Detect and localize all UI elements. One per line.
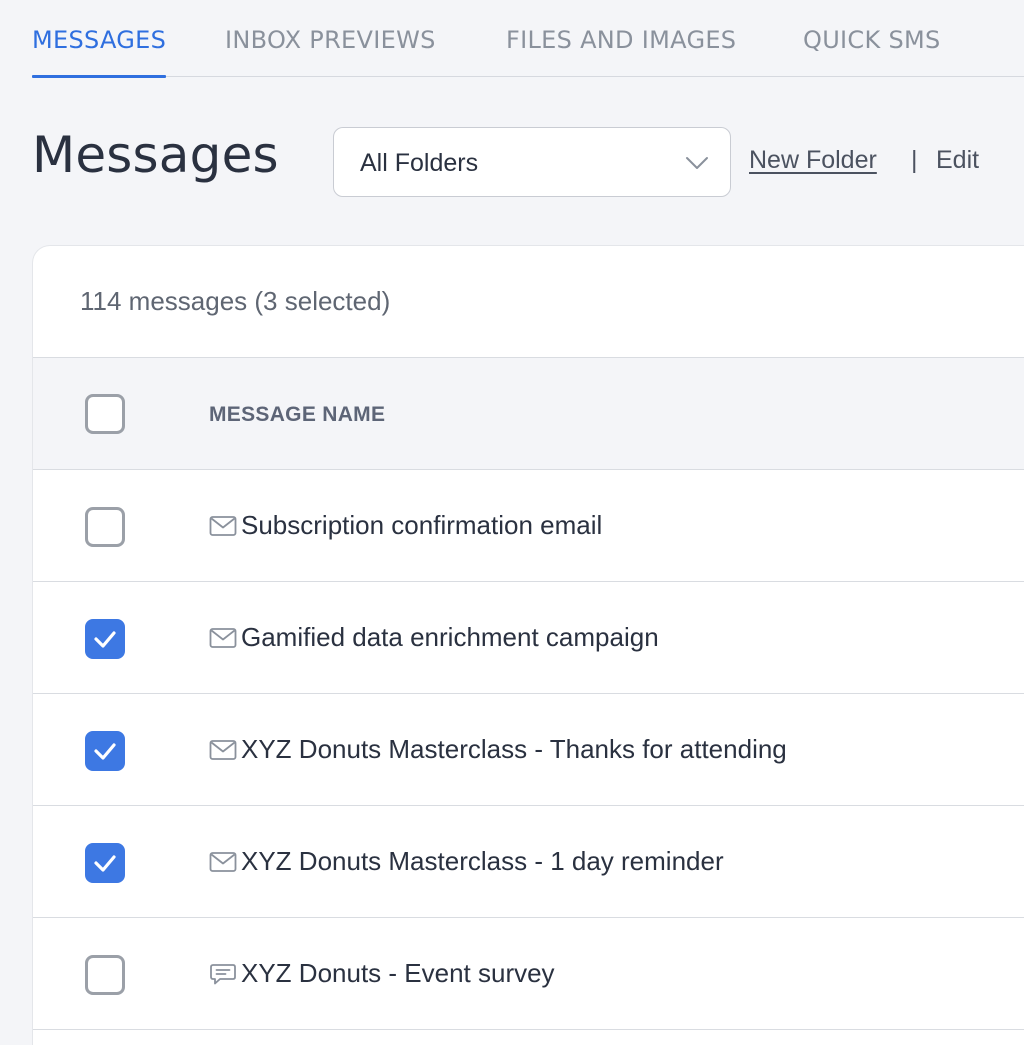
table-row[interactable]: XYZ Donuts - Event survey bbox=[33, 918, 1024, 1030]
folder-select[interactable]: All Folders bbox=[333, 127, 731, 197]
messages-card: 114 messages (3 selected) MESSAGE NAME S… bbox=[32, 245, 1024, 1045]
tab-inbox-previews[interactable]: INBOX PREVIEWS bbox=[225, 26, 436, 77]
chevron-down-icon bbox=[686, 157, 708, 169]
folder-select-value: All Folders bbox=[360, 149, 479, 177]
edit-link[interactable]: Edit bbox=[936, 146, 979, 175]
tab-bar: MESSAGES INBOX PREVIEWS FILES AND IMAGES… bbox=[32, 0, 1024, 78]
table-header: MESSAGE NAME bbox=[33, 357, 1024, 470]
envelope-icon bbox=[209, 851, 237, 873]
message-name[interactable]: XYZ Donuts - Event survey bbox=[241, 958, 555, 989]
envelope-icon bbox=[209, 627, 237, 649]
page-title: Messages bbox=[32, 126, 279, 184]
envelope-icon bbox=[209, 739, 237, 761]
table-row[interactable]: Subscription confirmation email bbox=[33, 470, 1024, 582]
message-name[interactable]: Gamified data enrichment campaign bbox=[241, 622, 659, 653]
row-checkbox[interactable] bbox=[85, 507, 125, 547]
message-count: 114 messages (3 selected) bbox=[80, 286, 391, 316]
row-checkbox[interactable] bbox=[85, 731, 125, 771]
message-name[interactable]: XYZ Donuts Masterclass - 1 day reminder bbox=[241, 846, 724, 877]
table-row[interactable]: XYZ Donuts Masterclass - 1 day reminder bbox=[33, 806, 1024, 918]
select-all-checkbox[interactable] bbox=[85, 394, 125, 434]
chat-bubble-icon bbox=[209, 963, 237, 985]
column-header-message-name[interactable]: MESSAGE NAME bbox=[209, 403, 385, 427]
message-name[interactable]: Subscription confirmation email bbox=[241, 510, 602, 541]
new-folder-link[interactable]: New Folder bbox=[749, 146, 877, 175]
envelope-icon bbox=[209, 515, 237, 537]
table-row[interactable]: XYZ Donuts Masterclass - Thanks for atte… bbox=[33, 694, 1024, 806]
tab-messages[interactable]: MESSAGES bbox=[32, 26, 167, 78]
row-checkbox[interactable] bbox=[85, 619, 125, 659]
row-checkbox[interactable] bbox=[85, 955, 125, 995]
tab-files-and-images[interactable]: FILES AND IMAGES bbox=[506, 26, 736, 77]
table-row[interactable]: Gamified data enrichment campaign bbox=[33, 582, 1024, 694]
link-separator: | bbox=[911, 146, 918, 174]
row-checkbox[interactable] bbox=[85, 843, 125, 883]
message-name[interactable]: XYZ Donuts Masterclass - Thanks for atte… bbox=[241, 734, 787, 765]
tab-quick-sms[interactable]: QUICK SMS bbox=[803, 26, 941, 77]
